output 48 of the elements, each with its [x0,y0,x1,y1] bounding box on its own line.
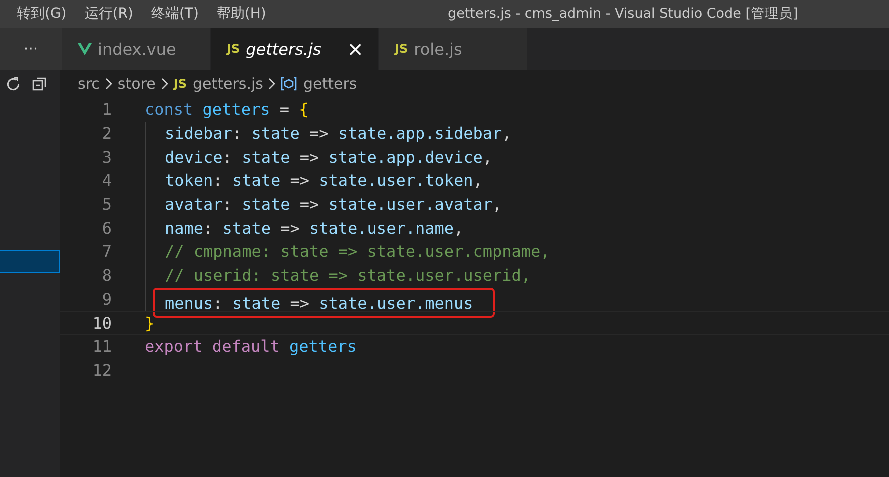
code-line: } [145,314,155,333]
chevron-icon [104,78,113,90]
menu-item[interactable]: 转到(G) [8,5,76,23]
breadcrumb-item[interactable]: getters [303,75,358,93]
tree-row[interactable] [0,250,60,274]
code-line: name: state => state.user.name, [165,218,464,238]
code-line: sidebar: state => state.app.sidebar, [165,124,512,144]
breadcrumb-item[interactable]: getters.js [192,75,264,93]
line-number: 11 [92,337,113,356]
code-line: export default getters [145,337,357,356]
line-number: 10 [92,314,113,333]
editor-tab[interactable]: index.vue [62,28,211,70]
line-number: 12 [92,360,113,380]
line-number: 9 [101,290,113,309]
breadcrumb-item[interactable]: src [78,75,100,93]
code-line: menus: state => state.user.menus [165,294,474,313]
code-line: avatar: state => state.user.avatar, [165,195,502,214]
window-title: getters.js - cms_admin - Visual Studio Code [管理员] [448,5,798,23]
menu-item[interactable]: 帮助(H) [208,5,276,23]
code-line: const getters = { [145,100,309,120]
line-number: 4 [101,171,113,190]
menu-item[interactable]: 运行(R) [76,5,142,23]
js-file-icon: JS [395,42,408,56]
code-line: token: state => state.user.token, [165,171,483,190]
chevron-icon [160,78,169,90]
code-line: // cmpname: state => state.user.cmpname, [165,242,550,262]
line-number: 3 [101,148,113,167]
line-number: 5 [101,195,113,214]
more-actions-button[interactable]: ··· [0,28,62,70]
collapse-all-icon[interactable] [32,76,48,92]
variable-symbol-icon [281,77,298,91]
js-file-icon: JS [227,42,240,56]
line-number: 6 [101,218,113,238]
refresh-icon[interactable] [5,76,22,92]
vue-logo-icon [78,42,92,56]
line-number: 1 [101,100,113,120]
chevron-icon [268,78,276,90]
menu-item[interactable]: 终端(T) [142,5,208,23]
close-icon[interactable]: × [327,37,364,61]
breadcrumb-item[interactable]: store [118,75,156,93]
line-number: 7 [101,242,113,262]
line-number: 2 [101,124,113,144]
code-line: // userid: state => state.user.userid, [165,266,532,286]
editor-tab[interactable]: JS role.js [379,28,528,70]
code-line: device: state => state.app.device, [165,148,493,167]
js-file-icon: JS [174,77,187,91]
editor-tab[interactable]: JS getters.js × [211,28,380,70]
line-number: 8 [101,266,113,286]
